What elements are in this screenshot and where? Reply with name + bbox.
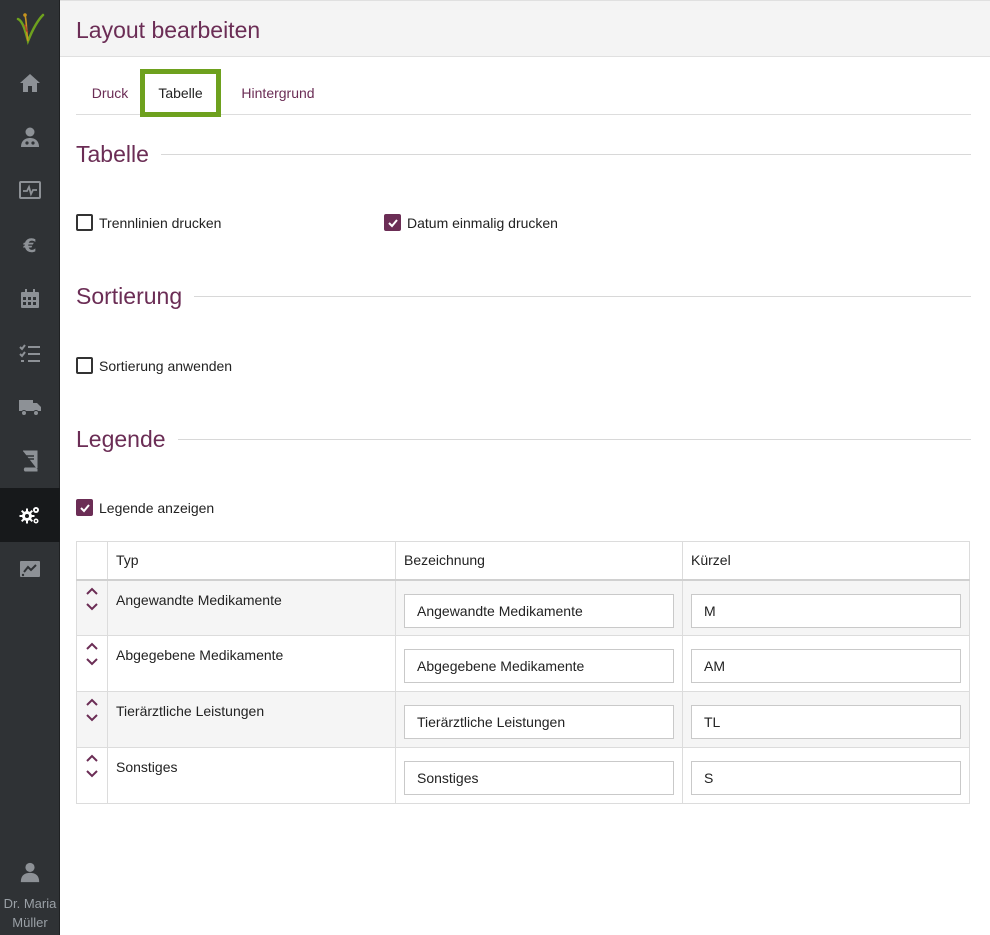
- section-title-tabelle: Tabelle: [76, 141, 971, 168]
- checkbox-label: Trennlinien drucken: [99, 214, 222, 231]
- checkbox-label: Datum einmalig drucken: [407, 214, 558, 231]
- chevron-down-icon[interactable]: [85, 766, 99, 780]
- table-row: Angewandte Medikamente Angewandte Medika…: [76, 579, 970, 636]
- bezeichnung-input[interactable]: Abgegebene Medikamente: [404, 649, 674, 683]
- sidebar-item-settings[interactable]: [0, 488, 60, 542]
- user-profile[interactable]: Dr. Maria Müller: [0, 855, 60, 935]
- bezeichnung-input[interactable]: Angewandte Medikamente: [404, 593, 674, 628]
- checkbox-label: Legende anzeigen: [99, 499, 215, 516]
- reorder-controls: [76, 691, 108, 748]
- section-title-sortierung: Sortierung: [76, 283, 971, 310]
- chevron-down-icon[interactable]: [85, 599, 99, 613]
- checkbox-unchecked[interactable]: [76, 214, 93, 231]
- divider: [177, 439, 971, 440]
- user-name: Dr. Maria Müller: [3, 896, 57, 930]
- cell-kuerzel: TL: [682, 691, 970, 748]
- option-trennlinien-drucken[interactable]: Trennlinien drucken: [76, 214, 221, 231]
- cell-kuerzel: AM: [682, 635, 970, 692]
- checkbox-label: Sortierung anwenden: [99, 357, 233, 374]
- cell-typ: Sonstiges: [107, 747, 396, 804]
- divider: [160, 154, 971, 155]
- cell-typ: Angewandte Medikamente: [107, 579, 396, 636]
- check-icon: [387, 218, 398, 227]
- table-row: Abgegebene Medikamente Abgegebene Medika…: [76, 635, 970, 692]
- kuerzel-input[interactable]: M: [691, 593, 961, 628]
- sidebar-item-patients[interactable]: [0, 110, 60, 164]
- legend-table: Typ Bezeichnung Kürzel Angewandte Medika…: [76, 541, 970, 804]
- kuerzel-input[interactable]: AM: [691, 649, 961, 683]
- section-heading: Sortierung: [76, 283, 183, 309]
- gears-icon: [19, 507, 39, 524]
- cell-typ: Tierärztliche Leistungen: [107, 691, 396, 748]
- chevron-up-icon[interactable]: [85, 640, 99, 654]
- sidebar-item-book[interactable]: [0, 434, 60, 488]
- section-title-legende: Legende: [76, 426, 971, 453]
- checkbox-checked[interactable]: [384, 214, 401, 231]
- sidebar: € Dr. Maria Müller: [0, 0, 60, 935]
- section-heading: Legende: [76, 426, 166, 452]
- kuerzel-input[interactable]: TL: [691, 705, 961, 739]
- chevron-up-icon[interactable]: [85, 585, 99, 599]
- sidebar-item-delivery[interactable]: [0, 380, 60, 434]
- user-icon: [20, 862, 40, 883]
- logo-icon: [16, 13, 45, 45]
- sidebar-item-home[interactable]: [0, 56, 60, 110]
- cell-kuerzel: S: [682, 747, 970, 804]
- cell-bezeichnung: Abgegebene Medikamente: [395, 635, 683, 692]
- chevron-down-icon[interactable]: [85, 654, 99, 668]
- table-row: Tierärztliche Leistungen Tierärztliche L…: [76, 691, 970, 748]
- option-datum-einmalig-drucken[interactable]: Datum einmalig drucken: [384, 214, 558, 231]
- tab-druck[interactable]: Druck: [76, 70, 144, 115]
- checkbox-checked[interactable]: [76, 499, 93, 516]
- checkbox-unchecked[interactable]: [76, 357, 93, 374]
- svg-text:€: €: [22, 235, 36, 257]
- sidebar-item-calendar[interactable]: [0, 272, 60, 326]
- bezeichnung-input[interactable]: Tierärztliche Leistungen: [404, 705, 674, 739]
- truck-icon: [19, 400, 41, 416]
- monitor-icon: [19, 181, 41, 199]
- page-header: Layout bearbeiten: [60, 0, 990, 57]
- calendar-icon: [21, 289, 39, 308]
- divider: [194, 296, 971, 297]
- user-doctor-icon: [21, 127, 39, 147]
- sidebar-item-tasks[interactable]: [0, 326, 60, 380]
- book-icon: [23, 450, 38, 472]
- cell-kuerzel: M: [682, 579, 970, 636]
- chevron-up-icon[interactable]: [85, 752, 99, 766]
- sidebar-item-billing[interactable]: €: [0, 218, 60, 272]
- cell-bezeichnung: Angewandte Medikamente: [395, 579, 683, 636]
- table-header-controls: [76, 541, 108, 581]
- bezeichnung-input[interactable]: Sonstiges: [404, 761, 674, 795]
- tab-tabelle[interactable]: Tabelle: [140, 69, 221, 117]
- reorder-controls: [76, 747, 108, 804]
- table-header-bezeichnung: Bezeichnung: [395, 541, 683, 581]
- tab-hintergrund[interactable]: Hintergrund: [228, 70, 328, 115]
- chevron-up-icon[interactable]: [85, 696, 99, 710]
- page-title: Layout bearbeiten: [76, 17, 261, 43]
- sidebar-item-reports[interactable]: [0, 542, 60, 596]
- cell-bezeichnung: Sonstiges: [395, 747, 683, 804]
- option-legende-anzeigen[interactable]: Legende anzeigen: [76, 499, 214, 516]
- section-heading: Tabelle: [76, 141, 149, 167]
- sidebar-item-monitor[interactable]: [0, 164, 60, 218]
- report-icon: [20, 561, 40, 577]
- app-logo[interactable]: [0, 0, 60, 56]
- cell-bezeichnung: Tierärztliche Leistungen: [395, 691, 683, 748]
- reorder-controls: [76, 579, 108, 636]
- kuerzel-input[interactable]: S: [691, 761, 961, 795]
- table-header-kuerzel: Kürzel: [682, 541, 970, 581]
- check-icon: [79, 503, 90, 512]
- option-sortierung-anwenden[interactable]: Sortierung anwenden: [76, 357, 232, 374]
- table-header-typ: Typ: [107, 541, 396, 581]
- home-icon: [20, 74, 40, 92]
- reorder-controls: [76, 635, 108, 692]
- cell-typ: Abgegebene Medikamente: [107, 635, 396, 692]
- tab-bar: Druck Tabelle Hintergrund: [76, 69, 971, 117]
- euro-icon: €: [22, 235, 36, 257]
- table-header-row: Typ Bezeichnung Kürzel: [76, 541, 970, 581]
- chevron-down-icon[interactable]: [85, 710, 99, 724]
- table-row: Sonstiges Sonstiges S: [76, 747, 970, 804]
- checklist-icon: [19, 344, 40, 362]
